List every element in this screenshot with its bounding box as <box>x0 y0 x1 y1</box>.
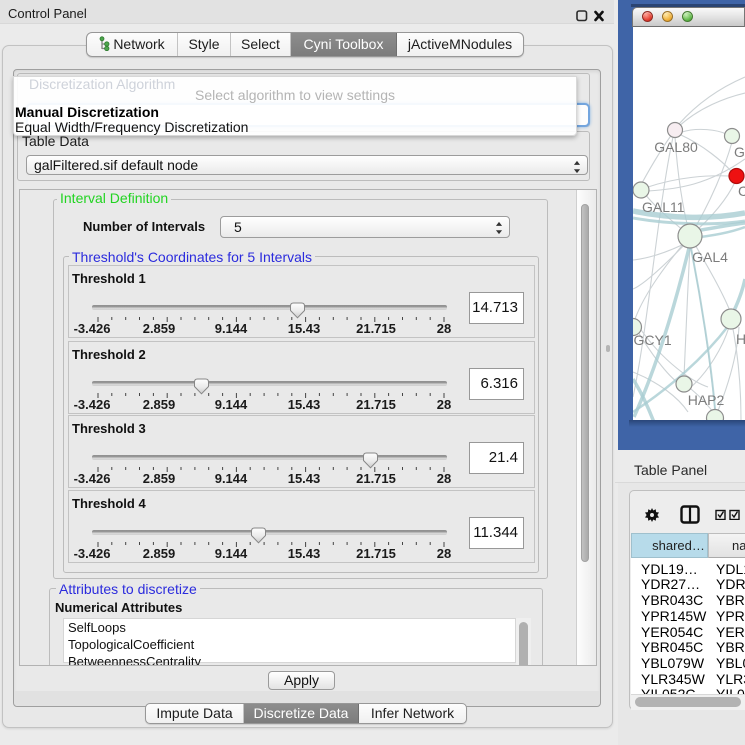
svg-text:C: C <box>738 183 745 199</box>
svg-text:GCY1: GCY1 <box>634 332 672 348</box>
svg-text:GAL4: GAL4 <box>692 249 728 265</box>
svg-text:HAP2: HAP2 <box>688 392 725 408</box>
svg-text:GAL80: GAL80 <box>654 139 698 155</box>
svg-text:GAL11: GAL11 <box>642 199 685 215</box>
svg-text:H: H <box>736 331 745 347</box>
svg-text:GA: GA <box>734 144 745 160</box>
